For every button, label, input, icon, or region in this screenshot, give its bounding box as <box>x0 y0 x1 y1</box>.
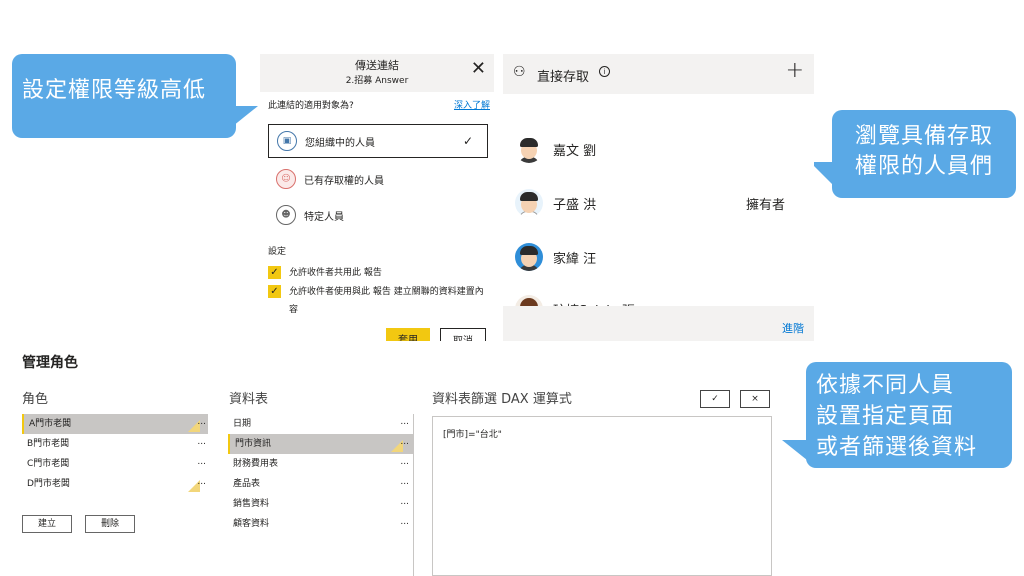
audience-question-row: 此連結的適用對象為? 深入了解 <box>268 98 490 111</box>
callout-tail <box>228 106 258 130</box>
audience-question: 此連結的適用對象為? <box>268 101 354 111</box>
people-icon: ☺ <box>276 169 296 189</box>
more-options-icon[interactable]: ... <box>400 412 409 432</box>
table-item[interactable]: 顧客資料 ... <box>228 514 413 534</box>
role-label: C門市老闆 <box>27 459 70 469</box>
tables-header: 資料表 <box>229 392 269 407</box>
role-label: D門市老闆 <box>27 479 70 489</box>
more-options-icon[interactable]: ... <box>197 472 206 492</box>
roles-list: A門市老闆 ... B門市老闆 ... C門市老闆 ... D門市老闆 ... <box>22 414 208 494</box>
list-item[interactable]: 子盛 洪 擁有者 <box>515 186 805 220</box>
option-label: 已有存取權的人員 <box>304 175 384 187</box>
direct-access-title: 直接存取 <box>537 70 590 85</box>
close-icon[interactable]: ✕ <box>471 58 486 79</box>
tables-list: 日期 ... 門市資訊 ... 財務費用表 ... 產品表 ... 銷售資料 .… <box>228 414 414 576</box>
callout-filter: 依據不同人員 設置指定頁面 或者篩選後資料 <box>782 362 1012 468</box>
cancel-button[interactable]: 取消 <box>440 328 486 341</box>
confirm-dax-button[interactable]: ✓ <box>700 390 730 408</box>
dax-expression-editor[interactable]: [門市]="台北" <box>432 416 772 576</box>
direct-access-panel: ⚇ 直接存取 i + 嘉文 劉 子盛 洪 擁有者 家緯 汪 玟婷Sylvia 張… <box>503 54 814 341</box>
checkbox-row-allow-build: ✓ 允許收件者使用與此 報告 建立關聯的資料建置內容 <box>268 283 492 319</box>
share-link-panel: 傳送連結 2.招募 Answer ✕ 此連結的適用對象為? 深入了解 ▣ 您組織… <box>260 54 494 341</box>
role-item[interactable]: C門市老闆 ... <box>22 454 208 474</box>
advanced-link[interactable]: 進階 <box>782 320 804 336</box>
more-options-icon[interactable]: ... <box>400 512 409 532</box>
callout-tail <box>782 440 812 464</box>
avatar <box>515 189 543 217</box>
table-item[interactable]: 日期 ... <box>228 414 413 434</box>
table-item[interactable]: 門市資訊 ... <box>228 434 413 454</box>
role-item[interactable]: A門市老闆 ... <box>22 414 208 434</box>
info-icon[interactable]: i <box>599 66 610 77</box>
option-label: 特定人員 <box>304 211 344 223</box>
more-options-icon[interactable]: ... <box>197 452 206 472</box>
dax-header: 資料表篩選 DAX 運算式 <box>432 392 572 407</box>
more-options-icon[interactable]: ... <box>197 412 206 432</box>
table-item[interactable]: 財務費用表 ... <box>228 454 413 474</box>
role-item[interactable]: D門市老闆 ... <box>22 474 208 494</box>
direct-access-header: ⚇ 直接存取 i + <box>503 54 814 94</box>
person-settings-icon: ⚇ <box>513 64 526 80</box>
option-label: 您組織中的人員 <box>305 137 375 149</box>
table-label: 財務費用表 <box>233 459 279 469</box>
checkmark-icon: ✓ <box>462 134 473 148</box>
person-name: 家緯 汪 <box>553 251 597 267</box>
share-link-header: 傳送連結 2.招募 Answer <box>260 54 494 92</box>
table-label: 銷售資料 <box>233 499 270 509</box>
add-icon[interactable]: + <box>786 58 804 83</box>
settings-label: 設定 <box>268 247 287 257</box>
role-item[interactable]: B門市老闆 ... <box>22 434 208 454</box>
callout-permission-level: 設定權限等級高低 <box>12 54 258 138</box>
more-options-icon[interactable]: ... <box>197 432 206 452</box>
callout-browse-access: 瀏覽具備存取 權限的人員們 <box>810 110 1016 198</box>
checkbox-allow-share[interactable]: ✓ <box>268 266 281 279</box>
person-name: 子盛 洪 <box>553 197 597 213</box>
table-label: 日期 <box>233 419 252 429</box>
list-item[interactable]: 嘉文 劉 <box>515 132 805 166</box>
callout-text: 設置指定頁面 <box>816 404 955 429</box>
more-options-icon[interactable]: ... <box>400 492 409 512</box>
callout-text: 依據不同人員 <box>816 373 955 398</box>
option-existing-access[interactable]: ☺ 已有存取權的人員 <box>268 162 488 196</box>
callout-tail <box>810 162 840 192</box>
cancel-dax-button[interactable]: × <box>740 390 770 408</box>
person-name: 嘉文 劉 <box>553 143 597 159</box>
person-role: 擁有者 <box>745 197 785 213</box>
more-options-icon[interactable]: ... <box>400 472 409 492</box>
checkbox-row-allow-share: ✓ 允許收件者共用此 報告 <box>268 264 492 282</box>
delete-role-button[interactable]: 刪除 <box>85 515 135 533</box>
roles-header: 角色 <box>22 392 49 407</box>
learn-more-link[interactable]: 深入了解 <box>454 98 490 111</box>
callout-text: 瀏覽具備存取 <box>854 124 993 149</box>
more-options-icon[interactable]: ... <box>400 432 409 452</box>
role-label: A門市老闆 <box>29 419 72 429</box>
apply-button[interactable]: 套用 <box>386 328 430 341</box>
callout-text: 權限的人員們 <box>854 154 993 179</box>
dax-expression: [門市]="台北" <box>443 430 502 440</box>
avatar <box>515 135 543 163</box>
share-link-subtitle: 2.招募 Answer <box>345 76 409 86</box>
list-item[interactable]: 家緯 汪 <box>515 240 805 274</box>
person-icon: ☻ <box>276 205 296 225</box>
advanced-bar: 進階 <box>503 306 814 341</box>
callout-text: 或者篩選後資料 <box>816 435 978 460</box>
checkbox-allow-build[interactable]: ✓ <box>268 285 281 298</box>
callout-text: 設定權限等級高低 <box>22 78 207 103</box>
table-label: 顧客資料 <box>233 519 270 529</box>
share-link-title: 傳送連結 <box>355 59 399 72</box>
table-label: 門市資訊 <box>235 439 272 449</box>
table-item[interactable]: 銷售資料 ... <box>228 494 413 514</box>
role-label: B門市老闆 <box>27 439 70 449</box>
checkbox-label: 允許收件者使用與此 報告 建立關聯的資料建置內容 <box>289 287 484 315</box>
table-label: 產品表 <box>233 479 261 489</box>
more-options-icon[interactable]: ... <box>400 452 409 472</box>
checkbox-label: 允許收件者共用此 報告 <box>289 268 382 278</box>
org-icon: ▣ <box>277 131 297 151</box>
create-role-button[interactable]: 建立 <box>22 515 72 533</box>
avatar <box>515 243 543 271</box>
manage-roles-title: 管理角色 <box>22 355 78 371</box>
option-specific-people[interactable]: ☻ 特定人員 <box>268 198 488 232</box>
option-org-people[interactable]: ▣ 您組織中的人員 ✓ <box>268 124 488 158</box>
table-item[interactable]: 產品表 ... <box>228 474 413 494</box>
